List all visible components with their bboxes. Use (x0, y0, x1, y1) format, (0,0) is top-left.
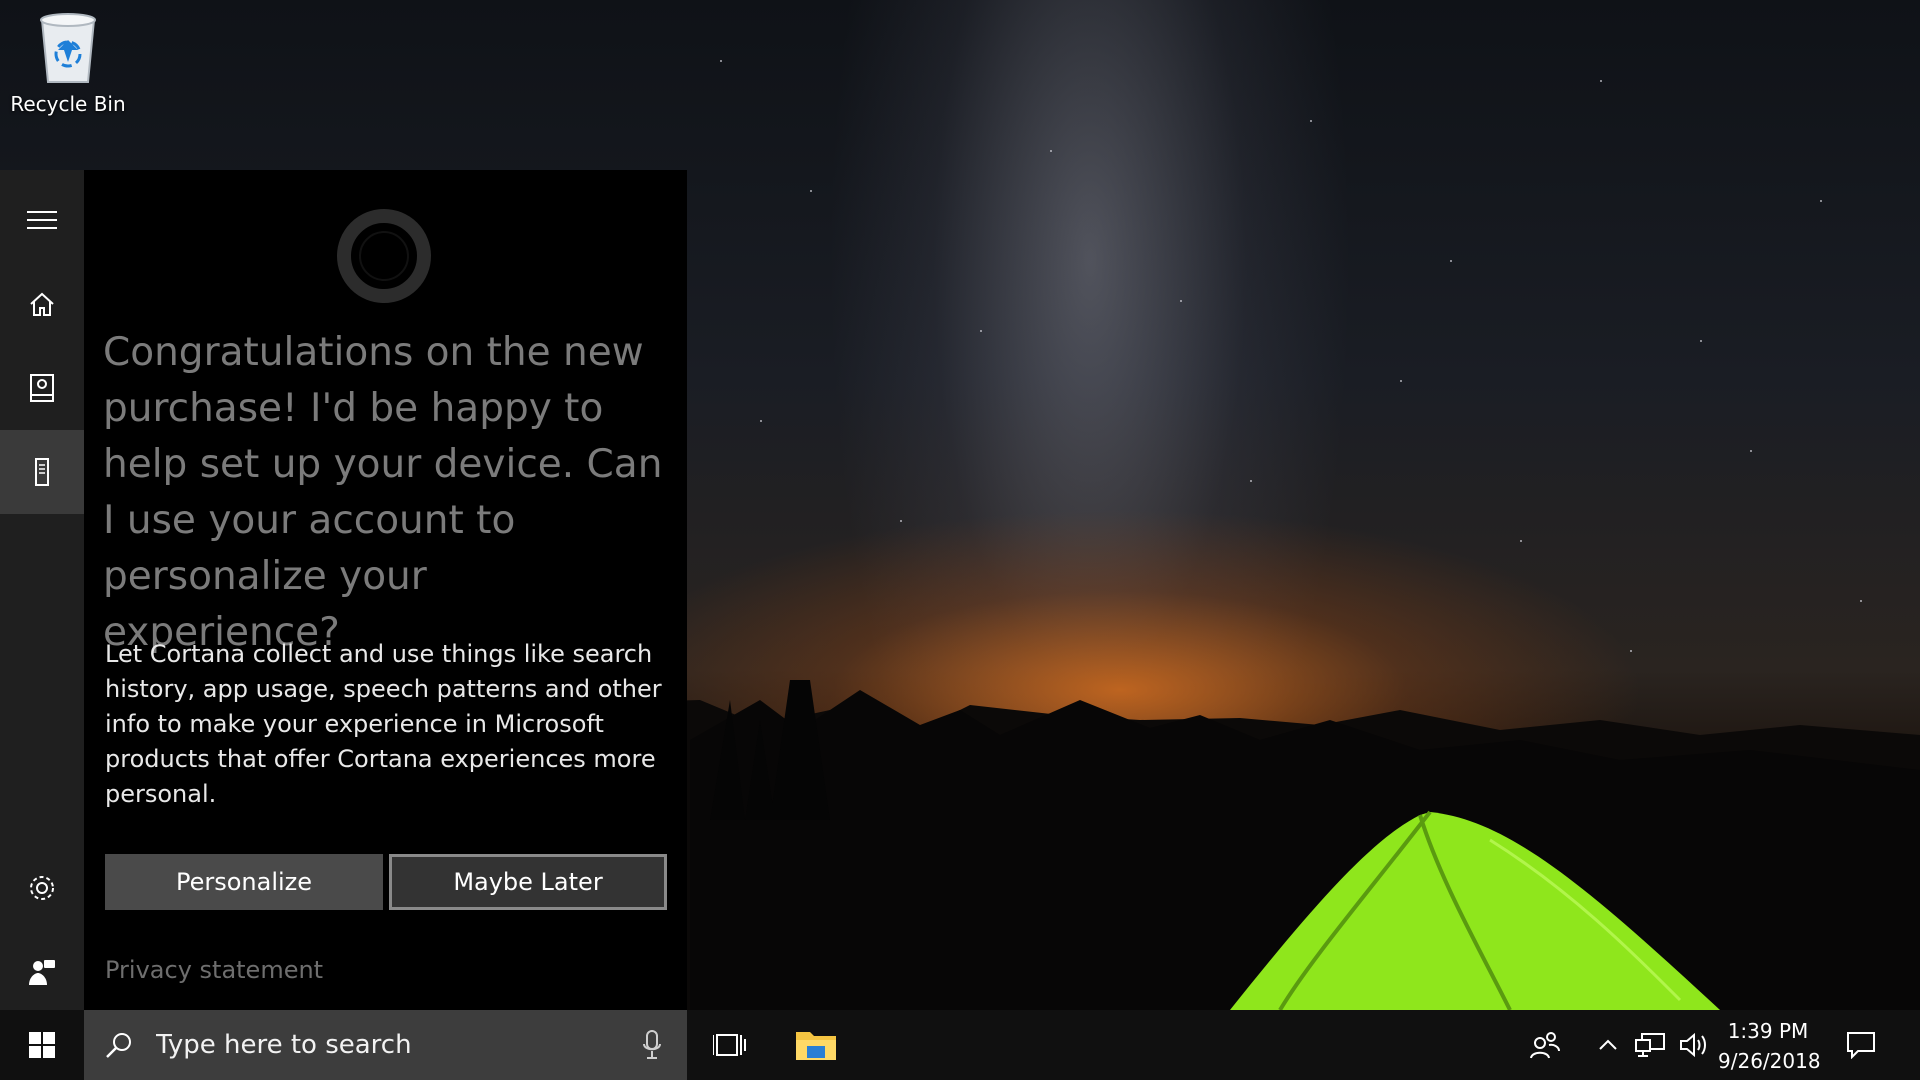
cortana-content: Congratulations on the new purchase! I'd… (84, 170, 687, 1010)
notification-icon (1847, 1032, 1875, 1059)
home-button[interactable] (0, 262, 84, 346)
taskbar-search-box[interactable] (84, 1010, 687, 1080)
devices-button[interactable] (0, 430, 84, 514)
show-hidden-icons-button[interactable] (1592, 1010, 1624, 1080)
hamburger-menu-icon (27, 211, 57, 229)
clock-date: 9/26/2018 (1718, 1049, 1821, 1073)
recycle-bin-shortcut[interactable]: Recycle Bin (8, 8, 128, 116)
task-view-icon (713, 1034, 746, 1056)
network-button[interactable] (1630, 1010, 1670, 1080)
action-center-button[interactable] (1836, 1010, 1886, 1080)
cortana-ring-icon (337, 209, 431, 303)
chevron-up-icon (1599, 1039, 1617, 1050)
file-explorer-button[interactable] (786, 1010, 846, 1080)
privacy-statement-link[interactable]: Privacy statement (105, 956, 323, 984)
search-icon-wrapper (84, 1030, 154, 1060)
notebook-button[interactable] (0, 346, 84, 430)
devices-icon (35, 458, 49, 486)
cortana-greeting: Congratulations on the new purchase! I'd… (103, 330, 663, 655)
recycle-bin-label: Recycle Bin (10, 92, 126, 116)
volume-icon (1680, 1032, 1706, 1058)
volume-button[interactable] (1674, 1010, 1714, 1080)
notebook-icon (30, 374, 54, 402)
search-input[interactable] (154, 1029, 617, 1061)
cortana-panel: Congratulations on the new purchase! I'd… (0, 170, 687, 1010)
personalize-button[interactable]: Personalize (105, 854, 383, 910)
start-button[interactable] (0, 1010, 84, 1080)
taskbar: 1:39 PM 9/26/2018 (0, 1010, 1920, 1080)
network-icon (1635, 1033, 1665, 1057)
recycle-bin-icon (40, 13, 96, 83)
windows-logo-icon (29, 1032, 55, 1058)
people-icon (1530, 1032, 1560, 1059)
microphone-button[interactable] (617, 1029, 687, 1061)
clock-time: 1:39 PM (1727, 1019, 1809, 1043)
folder-icon (796, 1032, 836, 1060)
cortana-description: Let Cortana collect and use things like … (105, 640, 662, 808)
gear-icon (30, 876, 54, 900)
feedback-icon (29, 960, 55, 985)
microphone-icon (643, 1030, 661, 1059)
tent-illustration (1230, 810, 1720, 1012)
home-icon (30, 292, 54, 316)
settings-button[interactable] (0, 846, 84, 930)
cortana-navigation-rail (0, 170, 84, 1010)
maybe-later-button[interactable]: Maybe Later (389, 854, 667, 910)
people-button[interactable] (1520, 1010, 1570, 1080)
taskbar-clock[interactable]: 1:39 PM 9/26/2018 (1718, 1016, 1821, 1076)
search-icon (106, 1033, 131, 1058)
hamburger-menu-button[interactable] (0, 178, 84, 262)
task-view-button[interactable] (700, 1010, 760, 1080)
feedback-button[interactable] (0, 930, 84, 1014)
